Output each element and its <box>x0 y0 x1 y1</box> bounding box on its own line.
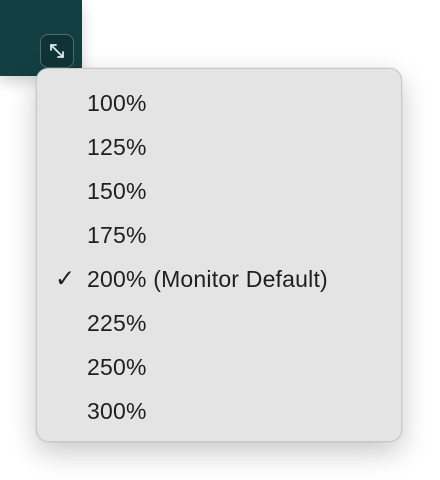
menu-item-125[interactable]: 125% <box>37 125 401 169</box>
menu-item-label: 125% <box>87 133 147 160</box>
menu-item-250[interactable]: 250% <box>37 345 401 389</box>
menu-item-label: 225% <box>87 309 147 336</box>
menu-item-label: 100% <box>87 89 147 116</box>
fullscreen-button[interactable] <box>40 34 74 68</box>
menu-item-175[interactable]: 175% <box>37 213 401 257</box>
checkmark-icon: ✓ <box>55 265 76 293</box>
menu-item-label: 150% <box>87 177 147 204</box>
menu-item-200[interactable]: ✓ 200% (Monitor Default) <box>37 257 401 301</box>
expand-arrows-icon <box>50 44 64 58</box>
menu-item-label: 200% (Monitor Default) <box>87 265 328 292</box>
scale-menu: 100% 125% 150% 175% ✓ 200% (Monitor Defa… <box>36 68 402 442</box>
menu-item-150[interactable]: 150% <box>37 169 401 213</box>
menu-item-label: 300% <box>87 397 147 424</box>
toolbar <box>0 0 82 76</box>
menu-item-label: 175% <box>87 221 147 248</box>
screen: 100% 125% 150% 175% ✓ 200% (Monitor Defa… <box>0 0 440 480</box>
menu-item-300[interactable]: 300% <box>37 389 401 433</box>
menu-item-225[interactable]: 225% <box>37 301 401 345</box>
menu-item-100[interactable]: 100% <box>37 81 401 125</box>
menu-item-label: 250% <box>87 353 147 380</box>
